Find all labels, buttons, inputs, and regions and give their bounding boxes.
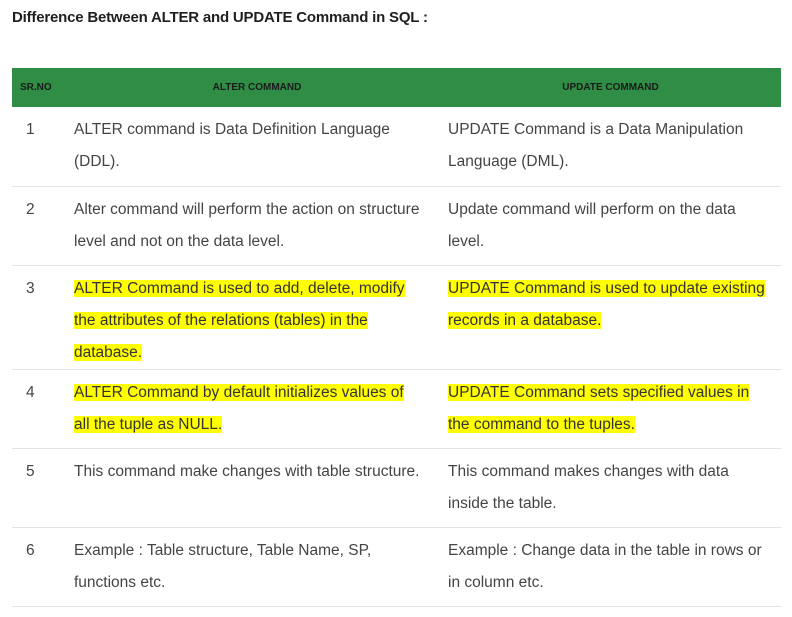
column-header-sr-no: SR.NO bbox=[20, 82, 52, 93]
update-text: This command makes changes with data ins… bbox=[448, 462, 729, 512]
alter-text: ALTER command is Data Definition Languag… bbox=[74, 121, 390, 170]
update-text: Example : Change data in the table in ro… bbox=[448, 541, 762, 591]
update-cell: This command makes changes with data ins… bbox=[440, 448, 781, 527]
update-cell: UPDATE Command sets specified values in … bbox=[440, 369, 781, 448]
alter-text: Example : Table structure, Table Name, S… bbox=[74, 541, 372, 591]
table-row: 6 Example : Table structure, Table Name,… bbox=[12, 527, 781, 606]
comparison-table: SR.NO ALTER COMMAND UPDATE COMMAND 1 ALT… bbox=[12, 68, 781, 607]
column-header-alter: ALTER COMMAND bbox=[212, 82, 302, 93]
update-text: UPDATE Command is a Data Manipulation La… bbox=[448, 121, 744, 170]
update-text-highlighted: UPDATE Command is used to update existin… bbox=[448, 279, 765, 329]
alter-text: This command make changes with table str… bbox=[74, 462, 420, 480]
table-header-row: SR.NO ALTER COMMAND UPDATE COMMAND bbox=[12, 68, 781, 107]
alter-cell: ALTER Command by default initializes val… bbox=[74, 369, 440, 448]
row-number: 3 bbox=[26, 279, 35, 297]
alter-cell: Alter command will perform the action on… bbox=[74, 186, 440, 265]
alter-cell: ALTER Command is used to add, delete, mo… bbox=[74, 265, 440, 369]
table-row: 3 ALTER Command is used to add, delete, … bbox=[12, 265, 781, 369]
table-row: 4 ALTER Command by default initializes v… bbox=[12, 369, 781, 448]
update-text: Update command will perform on the data … bbox=[448, 200, 736, 250]
alter-text-highlighted: ALTER Command by default initializes val… bbox=[74, 383, 404, 433]
table-row: 5 This command make changes with table s… bbox=[12, 448, 781, 527]
alter-cell: Example : Table structure, Table Name, S… bbox=[74, 527, 440, 606]
update-cell: UPDATE Command is a Data Manipulation La… bbox=[440, 107, 781, 186]
update-text-highlighted: UPDATE Command sets specified values in … bbox=[448, 383, 750, 433]
table-row: 2 Alter command will perform the action … bbox=[12, 186, 781, 265]
row-number: 6 bbox=[26, 541, 35, 559]
alter-text-highlighted: ALTER Command is used to add, delete, mo… bbox=[74, 279, 405, 361]
update-cell: UPDATE Command is used to update existin… bbox=[440, 265, 781, 369]
row-number: 1 bbox=[26, 121, 35, 138]
row-number: 5 bbox=[26, 462, 35, 480]
alter-text: Alter command will perform the action on… bbox=[74, 200, 420, 250]
row-number: 2 bbox=[26, 200, 35, 218]
update-cell: Example : Change data in the table in ro… bbox=[440, 527, 781, 606]
update-cell: Update command will perform on the data … bbox=[440, 186, 781, 265]
column-header-update: UPDATE COMMAND bbox=[562, 82, 659, 93]
table-row: 1 ALTER command is Data Definition Langu… bbox=[12, 107, 781, 186]
alter-cell: ALTER command is Data Definition Languag… bbox=[74, 107, 440, 186]
page-title: Difference Between ALTER and UPDATE Comm… bbox=[12, 9, 428, 26]
alter-cell: This command make changes with table str… bbox=[74, 448, 440, 527]
row-number: 4 bbox=[26, 383, 35, 401]
